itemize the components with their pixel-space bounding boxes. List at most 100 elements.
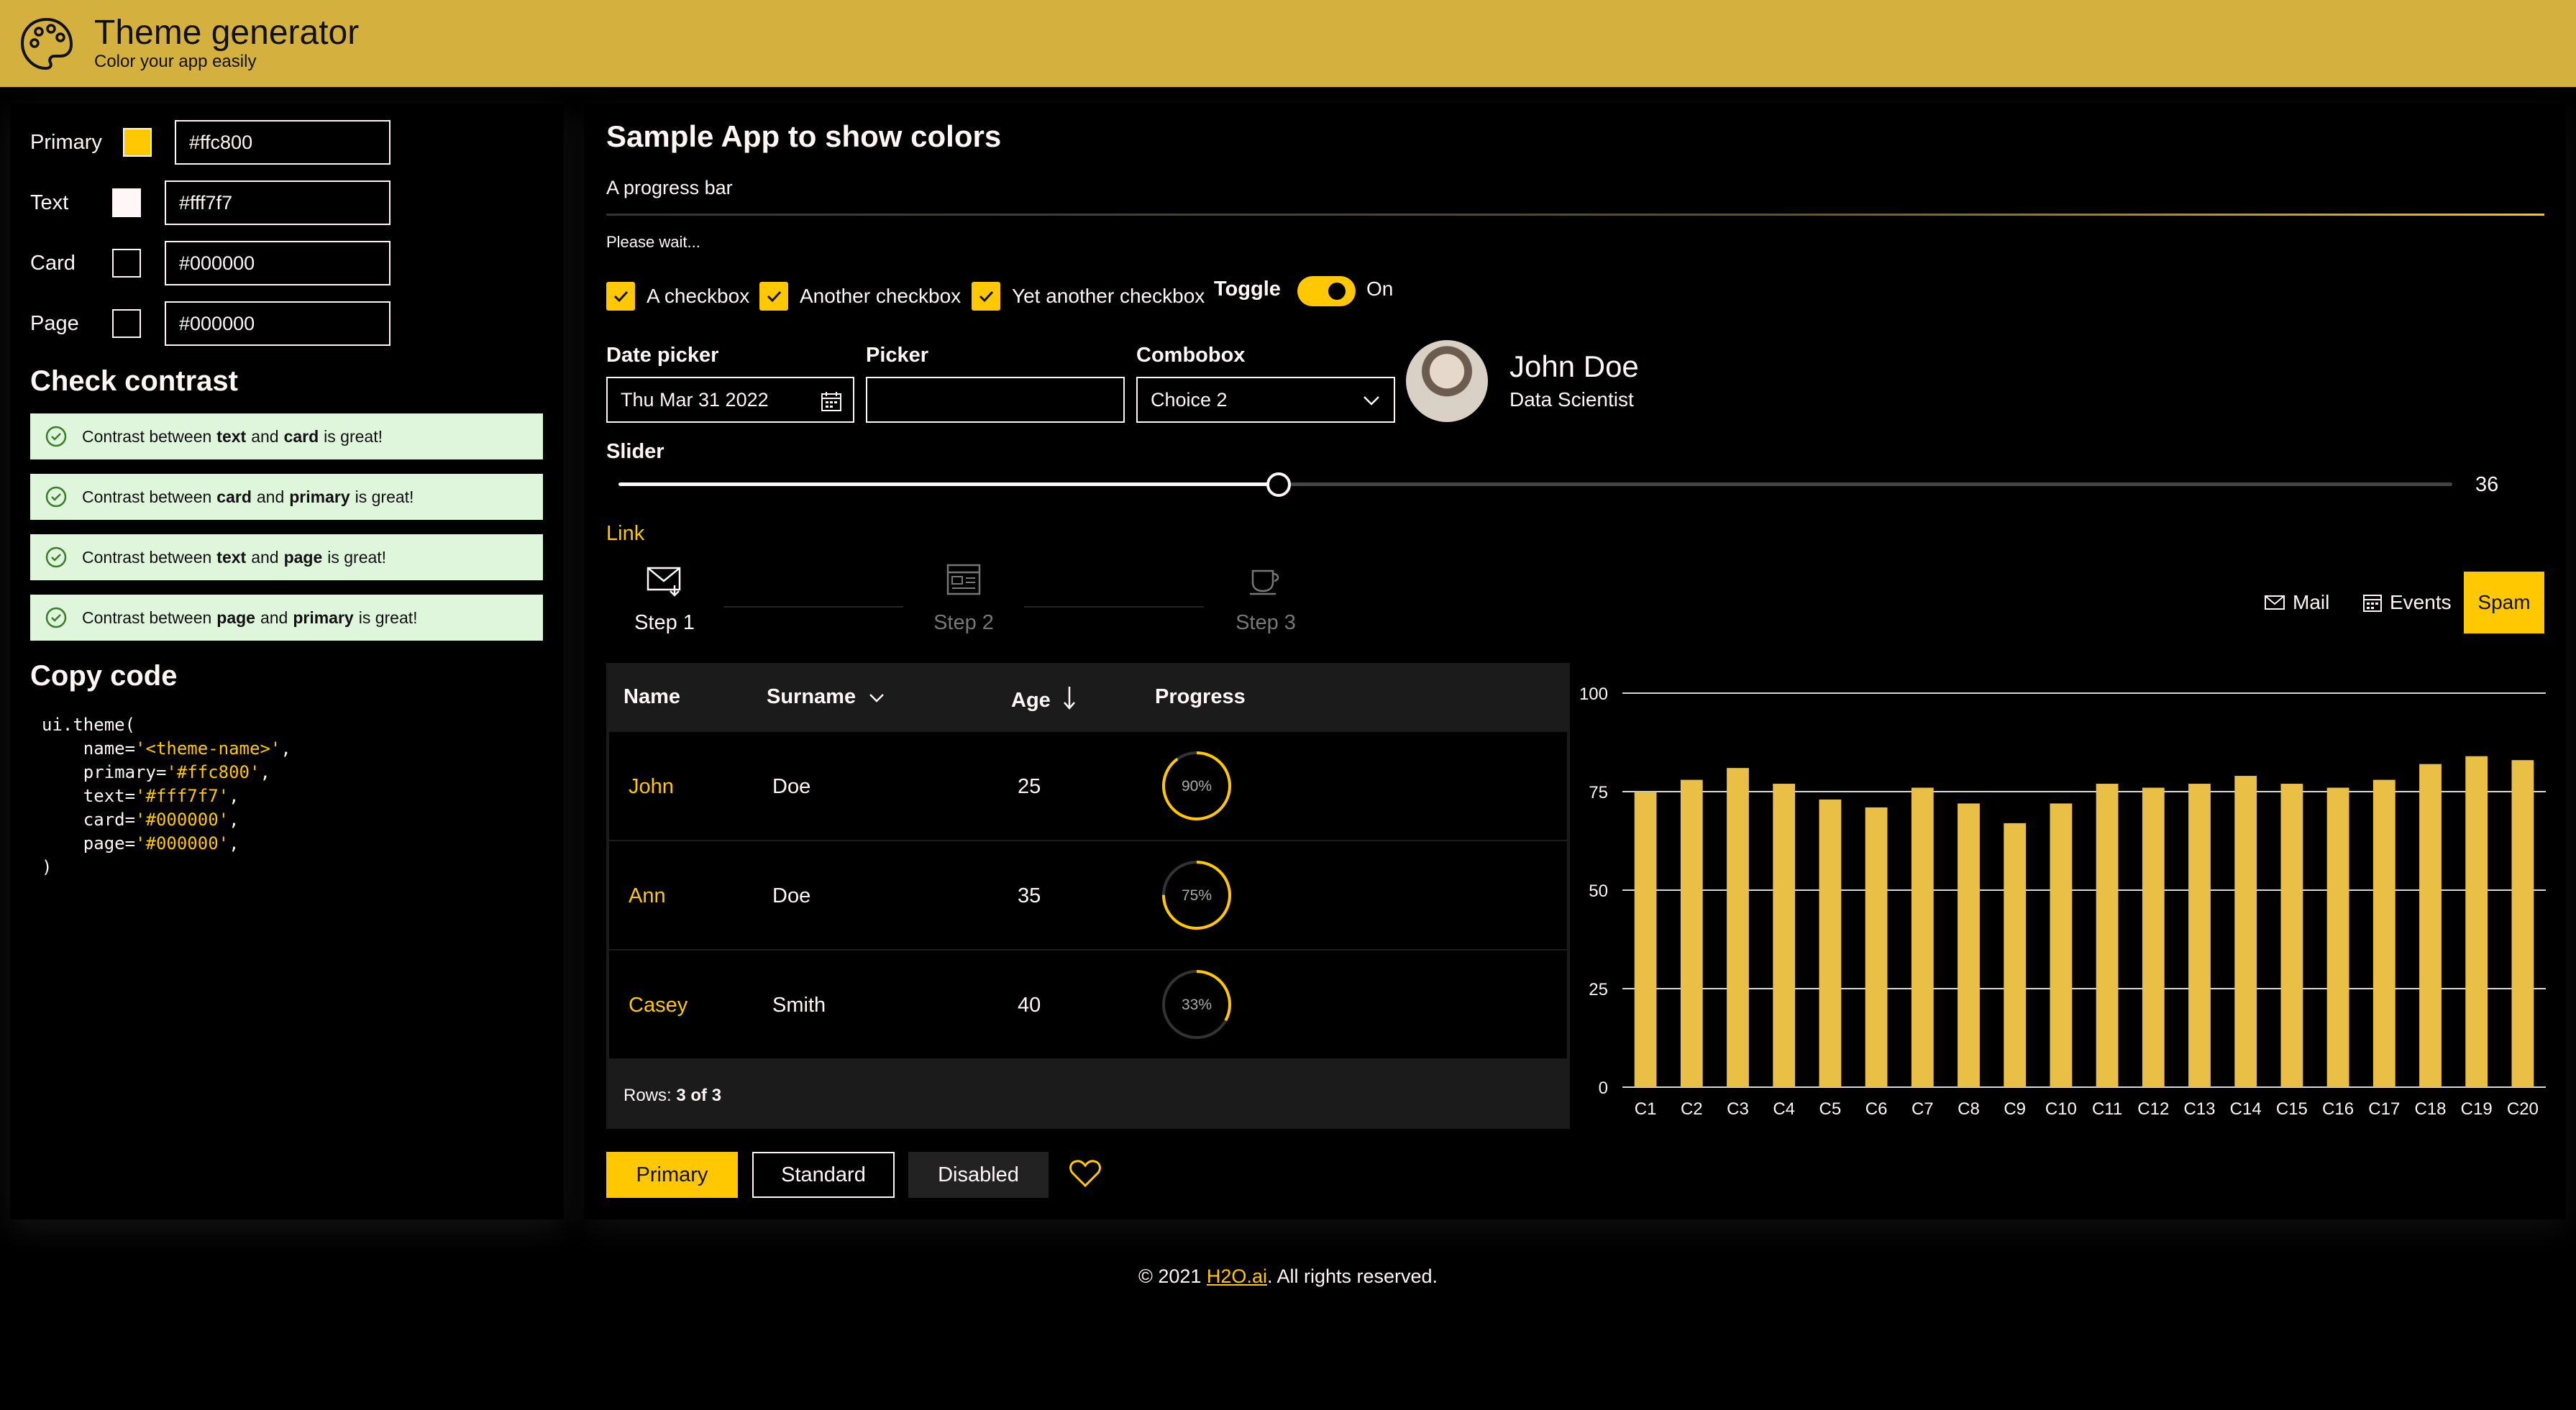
primary-color-swatch[interactable]: [123, 128, 152, 157]
chevron-down-icon[interactable]: [1362, 394, 1381, 407]
table-cell-surname: Doe: [772, 884, 811, 907]
checkmark-icon: [759, 282, 788, 311]
contrast-message: Contrast between card and primary is great!: [30, 474, 543, 520]
picker-input[interactable]: [866, 377, 1125, 423]
table-row[interactable]: [609, 732, 1567, 840]
tab-spam[interactable]: Spam: [2464, 572, 2544, 633]
chart-x-tick-label: C3: [1727, 1099, 1749, 1119]
chart-bar: [2142, 787, 2165, 1087]
disabled-button: Disabled: [908, 1152, 1049, 1198]
chart-y-tick-label: 50: [1589, 882, 1608, 901]
sort-descending-icon: [1063, 687, 1075, 710]
chart-x-tick-label: C19: [2461, 1099, 2493, 1119]
primary-color-label: Primary: [30, 131, 102, 154]
chart-x-tick-label: C6: [1865, 1099, 1888, 1119]
calendar-icon: [2363, 595, 2382, 612]
picker-label: Picker: [866, 344, 929, 367]
calendar-icon: [946, 564, 981, 595]
chart-bar: [2280, 784, 2303, 1087]
chart-bar: [2511, 760, 2534, 1087]
primary-color-field[interactable]: #ffc800: [175, 120, 390, 165]
chart-x-tick-label: C15: [2276, 1099, 2308, 1119]
checkmark-icon: [972, 282, 1000, 311]
check-circle-icon: [45, 607, 67, 628]
check-circle-icon: [45, 426, 67, 447]
tab-mail[interactable]: Mail: [2264, 572, 2329, 633]
footer: © 2021 H2O.ai. All rights reserved.: [1138, 1265, 1438, 1287]
primary-button[interactable]: Primary: [606, 1152, 738, 1198]
checkmark-icon: [606, 282, 635, 311]
progress-label: A progress bar: [606, 177, 733, 198]
persona-name: John Doe: [1509, 349, 1639, 383]
chart-y-tick-label: 0: [1599, 1079, 1608, 1098]
combobox-input[interactable]: Choice 2: [1136, 377, 1395, 423]
check-circle-icon: [45, 486, 67, 508]
chart-bar: [2326, 787, 2349, 1087]
check-circle-icon: [45, 546, 67, 568]
chart-bar: [2372, 779, 2395, 1087]
text-color-field[interactable]: #fff7f7: [165, 180, 390, 225]
date-picker-input[interactable]: Thu Mar 31 2022: [606, 377, 854, 423]
slider-value: 36: [2475, 473, 2499, 496]
toggle-knob[interactable]: [1328, 283, 1346, 300]
card-color-field[interactable]: #000000: [165, 241, 390, 285]
chart-bar: [2419, 764, 2442, 1087]
chart-bar: [1634, 792, 1657, 1087]
chart-y-tick-label: 25: [1589, 980, 1608, 999]
standard-button[interactable]: Standard: [752, 1152, 895, 1198]
chart-x-tick-label: C17: [2368, 1099, 2400, 1119]
checkbox-another[interactable]: Another checkbox: [759, 282, 961, 311]
card-color-swatch[interactable]: [112, 249, 141, 278]
chart-bar: [1865, 807, 1888, 1087]
calendar-icon[interactable]: [820, 390, 843, 413]
table-cell-name[interactable]: Ann: [629, 884, 666, 908]
avatar: [1406, 340, 1488, 422]
chart-bar: [2234, 776, 2257, 1087]
chart-bar: [1773, 784, 1796, 1087]
table-row[interactable]: [609, 841, 1567, 949]
check-contrast-title: Check contrast: [30, 365, 238, 397]
column-header-progress[interactable]: Progress: [1155, 685, 1246, 709]
date-picker-label: Date picker: [606, 344, 719, 367]
toggle-switch[interactable]: [1297, 276, 1356, 306]
chart-x-tick-label: C9: [2004, 1099, 2026, 1119]
slider-thumb[interactable]: [1266, 472, 1291, 497]
chart-bar: [2188, 784, 2211, 1087]
checkbox-yet-another[interactable]: Yet another checkbox: [972, 282, 1205, 311]
table-cell-name[interactable]: Casey: [629, 994, 688, 1017]
theme-code-block[interactable]: ui.theme( name='<theme-name>', primary='…: [42, 713, 291, 879]
progress-ring: 90%: [1162, 751, 1231, 820]
coffee-icon: [1250, 569, 1279, 595]
slider-label: Slider: [606, 440, 664, 463]
contrast-message: Contrast between text and page is great!: [30, 534, 543, 580]
chart-bar: [2096, 784, 2119, 1087]
checkbox-a[interactable]: A checkbox: [606, 282, 749, 311]
step-2[interactable]: Step 2: [913, 561, 1014, 635]
column-header-name[interactable]: Name: [624, 685, 680, 709]
sample-link[interactable]: Link: [606, 522, 644, 546]
step-3[interactable]: Step 3: [1215, 561, 1316, 635]
page-color-swatch[interactable]: [112, 309, 141, 338]
table-row[interactable]: [609, 951, 1567, 1058]
footer-link[interactable]: H2O.ai: [1207, 1265, 1267, 1287]
text-color-swatch[interactable]: [112, 188, 141, 217]
table-cell-surname: Doe: [772, 775, 811, 798]
page-color-field[interactable]: #000000: [165, 301, 390, 346]
sample-app-title: Sample App to show colors: [606, 119, 1002, 153]
chart-y-tick-label: 100: [1579, 685, 1608, 704]
heart-icon[interactable]: [1069, 1158, 1102, 1189]
column-header-surname[interactable]: Surname: [767, 685, 885, 709]
chart-bar: [2004, 823, 2027, 1087]
chart-x-tick-label: C13: [2183, 1099, 2215, 1119]
step-1[interactable]: Step 1: [614, 561, 715, 635]
table-cell-name[interactable]: John: [629, 775, 674, 799]
chart-x-tick-label: C2: [1681, 1099, 1703, 1119]
mail-icon: [2265, 595, 2285, 610]
chart-x-tick-label: C5: [1819, 1099, 1842, 1119]
svg-text:90%: 90%: [1182, 778, 1212, 795]
slider-fill: [618, 482, 1279, 486]
tab-events[interactable]: Events: [2362, 572, 2452, 633]
column-header-age[interactable]: Age: [1011, 685, 1077, 713]
chevron-down-icon: [869, 694, 885, 702]
card-color-label: Card: [30, 252, 76, 275]
